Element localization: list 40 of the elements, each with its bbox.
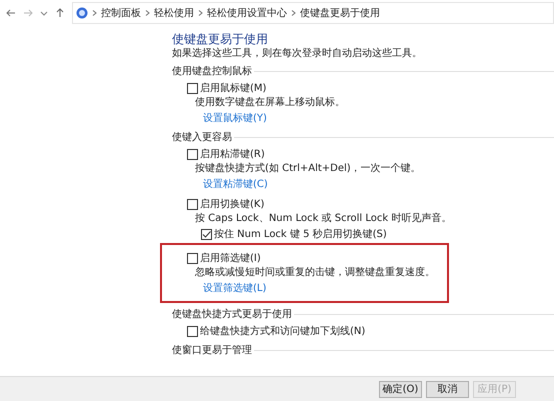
checkbox[interactable] [187,198,198,210]
option-description: 使用数字键盘在屏幕上移动鼠标。 [195,96,345,110]
up-icon[interactable] [55,8,65,18]
option-description: 忽略或减慢短时间或重复的击键，调整键盘重复速度。 [195,266,435,280]
checkbox-label[interactable]: 启用粘滞键(R) [200,147,265,161]
chevron-icon [198,10,203,16]
chevron-icon [92,10,97,16]
chevron-icon [291,10,296,16]
checkbox-label[interactable]: 按住 Num Lock 键 5 秒启用切换键(S) [214,227,387,241]
checkbox-label[interactable]: 启用切换键(K) [200,197,264,211]
breadcrumb-item[interactable]: 轻松使用设置中心 [207,6,287,20]
breadcrumb-item[interactable]: 使键盘更易于使用 [300,6,380,20]
settings-link[interactable]: 设置粘滞键(C) [203,178,268,192]
option-description: 按 Caps Lock、Num Lock 或 Scroll Lock 时听见声音。 [195,212,452,226]
breadcrumb-item[interactable]: 轻松使用 [154,6,194,20]
section-heading: 使键盘快捷方式更易于使用 [172,308,292,321]
settings-link[interactable]: 设置筛选键(L) [203,282,266,296]
address-bar[interactable]: 控制面板 轻松使用 轻松使用设置中心 使键盘更易于使用 [72,2,554,24]
control-panel-icon [76,7,88,19]
checkbox-label[interactable]: 启用筛选键(I) [200,251,261,265]
dialog-button[interactable]: 取消 [426,380,469,398]
settings-link[interactable]: 设置鼠标键(Y) [203,112,267,126]
section-heading: 使用键盘控制鼠标 [172,64,252,78]
checkbox[interactable] [187,252,198,264]
chevron-icon [145,10,150,16]
option-description: 按键盘快捷方式(如 Ctrl+Alt+Del)，一次一个键。 [195,162,421,176]
checkbox-label[interactable]: 给键盘快捷方式和访问键加下划线(N) [200,324,366,338]
checkbox[interactable] [187,326,198,336]
page-description: 如果选择这些工具，则在每次登录时自动启动这些工具。 [172,47,423,60]
checkbox[interactable] [187,82,198,94]
checkbox[interactable] [201,228,212,240]
page-title: 使键盘更易于使用 [172,32,269,47]
checkbox-label[interactable]: 启用鼠标键(M) [200,81,266,95]
section-heading: 使窗口更易于管理 [172,344,252,357]
section-heading: 使键入更容易 [172,130,232,144]
checkbox[interactable] [187,148,198,160]
dropdown-icon[interactable] [40,9,48,17]
dialog-button[interactable]: 确定(O) [379,380,422,398]
breadcrumb-item[interactable]: 控制面板 [101,6,141,20]
back-icon[interactable] [6,8,16,18]
